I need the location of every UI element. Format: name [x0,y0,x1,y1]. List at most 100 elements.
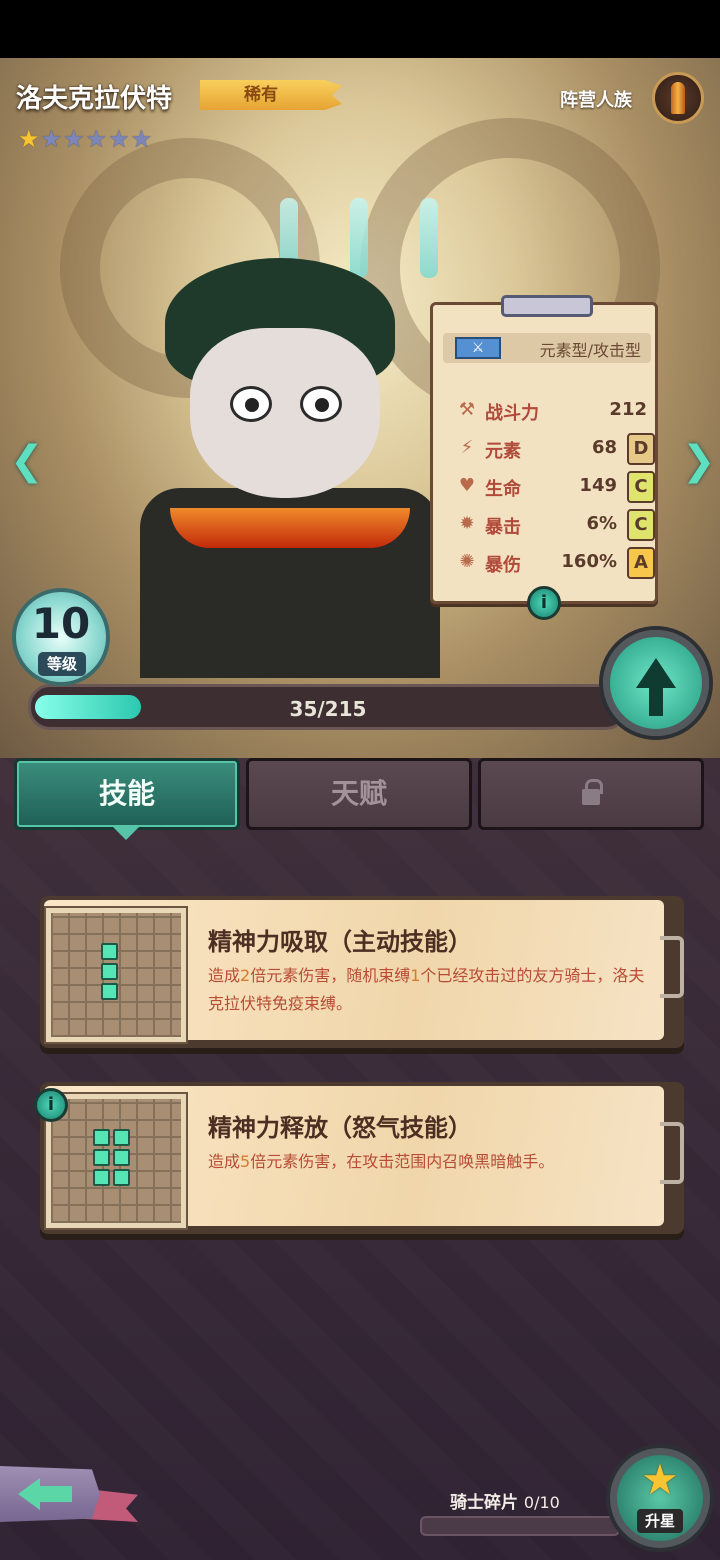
blade-icon: ⚔ [455,337,501,359]
stat-value: 68 [591,437,617,458]
shape-block [93,1149,110,1166]
desc-text: 倍元素伤害，在攻击范围内召唤黑暗触手。 [250,1152,555,1171]
shape-block [101,963,118,980]
stat-label: 暴伤 [485,555,521,576]
shape-block [113,1129,130,1146]
level-label: 等级 [38,652,86,676]
star-up-label: 升星 [637,1509,683,1533]
star-empty-icon: ★ [130,125,153,153]
heart-icon: ♥ [458,475,476,496]
star-empty-icon: ★ [108,125,130,153]
stat-row-crit: ✹ 暴击 6% C [449,509,661,541]
active-tab-indicator [112,826,140,840]
desc-text: 造成 [208,1152,241,1171]
faction-label: 阵营人族 [560,90,632,111]
stat-grade: C [627,509,655,541]
bullet-icon[interactable] [652,72,704,124]
status-bar [0,0,720,58]
star-up-button[interactable]: ★ 升星 [610,1448,710,1548]
xp-text: 35/215 [289,697,367,721]
level-badge: 10 等级 [12,588,110,686]
stat-row-power: ⚒ 战斗力 212 [449,395,661,427]
arrow-left-icon [18,1478,72,1510]
tab-locked[interactable] [478,758,704,830]
hero-type-label: 元素型/攻击型 [539,341,641,360]
tab-bar: 技能 天赋 [14,758,706,832]
hero-portrait [130,258,440,678]
stat-label: 暴击 [485,517,521,538]
card-clasp [660,1122,684,1184]
stat-grade: A [627,547,655,579]
card-clasp [660,936,684,998]
skill-title: 精神力吸取（主动技能） [208,928,472,956]
stats-card: ⚔ 元素型/攻击型 ⚒ 战斗力 212 ⚡ 元素 68 D ♥ 生命 149 C… [430,295,661,604]
skill-card-body: 精神力释放（怒气技能） 造成5倍元素伤害，在攻击范围内召唤黑暗触手。 [44,1086,664,1228]
level-number: 10 [31,599,91,648]
stat-grade: D [627,433,655,465]
hero-face [190,328,380,498]
hero-name: 洛夫克拉伏特 [16,84,173,114]
desc-number: 1 [410,966,421,985]
star-filled-icon: ★ [18,125,40,153]
stat-value: 160% [561,551,617,572]
shape-block [113,1169,130,1186]
stat-row-crit-damage: ✺ 暴伤 160% A [449,547,661,579]
skill-card-body: 精神力吸取（主动技能） 造成2倍元素伤害，随机束缚1个已经攻击过的友方骑士，洛夫… [44,900,664,1042]
stat-label: 生命 [485,479,521,500]
crit-damage-icon: ✺ [459,551,475,572]
arrow-up-icon [636,658,676,716]
desc-text: 倍元素伤害，随机束缚 [250,966,411,985]
lightning-icon: ⚡ [460,437,474,458]
skill-shape-blocks [93,1129,130,1186]
skill-shape-blocks [101,943,118,1000]
star-empty-icon: ★ [63,125,85,153]
stat-grade: C [627,471,655,503]
tab-talents[interactable]: 天赋 [246,758,472,830]
shape-block [101,983,118,1000]
star-empty-icon: ★ [85,125,108,153]
stat-value: 212 [609,399,647,420]
crit-icon: ✹ [459,513,475,534]
shape-block [101,943,118,960]
skill-title: 精神力释放（怒气技能） [208,1114,472,1142]
skill-card-active[interactable]: 精神力吸取（主动技能） 造成2倍元素伤害，随机束缚1个已经攻击过的友方骑士，洛夫… [40,896,684,1048]
shape-block [93,1169,110,1186]
rarity-badge: 稀有 [200,80,342,110]
clipboard-clip [501,295,593,317]
stat-value: 6% [586,513,617,534]
stat-label: 战斗力 [485,403,539,424]
shape-block [93,1129,110,1146]
skill-description: 造成5倍元素伤害，在攻击范围内召唤黑暗触手。 [208,1148,658,1176]
shards-progress-bar [420,1516,620,1536]
star-rating: ★ ★ ★ ★ ★ ★ [18,126,152,152]
desc-text: 造成 [208,966,241,985]
lock-icon [582,779,603,805]
star-icon: ★ [641,1455,679,1504]
tab-skills[interactable]: 技能 [14,758,240,830]
skill-shape-icon [46,1094,186,1228]
prev-hero-arrow-icon[interactable]: ❮ [10,438,44,484]
star-empty-icon: ★ [40,125,63,153]
xp-bar: 35/215 [28,684,628,730]
shards-label: 骑士碎片 [450,1493,518,1513]
desc-number: 2 [240,966,251,985]
skill-card-rage[interactable]: 精神力释放（怒气技能） 造成5倍元素伤害，在攻击范围内召唤黑暗触手。 [40,1082,684,1234]
hero-eye [300,386,342,422]
skill-shape-icon [46,908,186,1042]
stats-info-icon[interactable]: i [527,586,561,620]
desc-number: 5 [240,1152,251,1171]
skill-description: 造成2倍元素伤害，随机束缚1个已经攻击过的友方骑士，洛夫克拉伏特免疫束缚。 [208,962,658,1018]
hero-type-row: ⚔ 元素型/攻击型 [443,333,651,363]
stat-row-element: ⚡ 元素 68 D [449,433,661,465]
hero-eye [230,386,272,422]
level-up-button[interactable] [603,630,709,736]
shape-block [113,1149,130,1166]
stat-label: 元素 [485,441,521,462]
hero-scarf [170,508,410,548]
knight-shards: 骑士碎片 0/10 [450,1488,560,1513]
power-icon: ⚒ [458,399,476,420]
stat-row-health: ♥ 生命 149 C [449,471,661,503]
next-hero-arrow-icon[interactable]: ❯ [682,438,716,484]
skill-info-icon[interactable]: i [34,1088,68,1122]
back-button[interactable] [0,1460,140,1536]
